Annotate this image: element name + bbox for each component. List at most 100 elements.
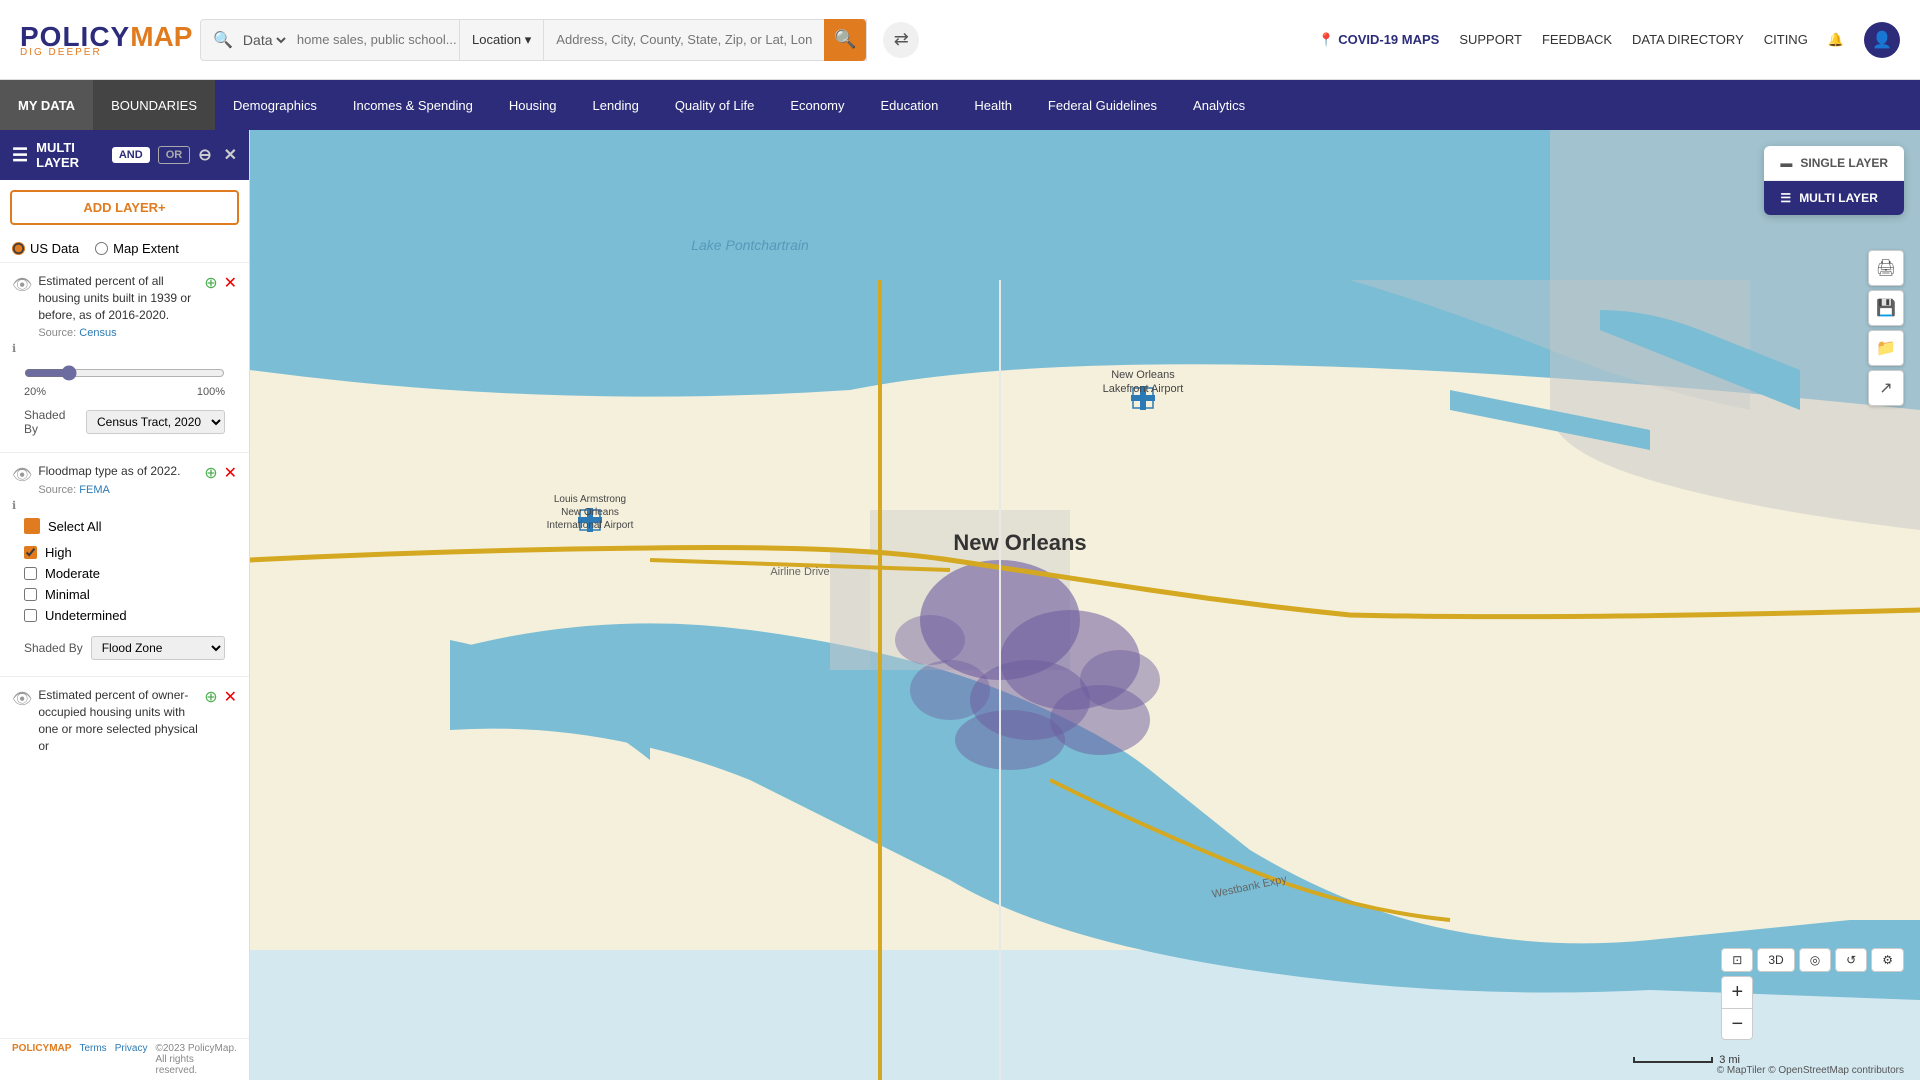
minimize-icon[interactable]: ⊖ (198, 145, 211, 165)
layer-1-source-link[interactable]: Census (79, 327, 116, 339)
feedback-link[interactable]: FEEDBACK (1542, 32, 1612, 47)
map-extent-radio[interactable] (95, 242, 108, 255)
layer-2-remove-icon[interactable]: ✕ (224, 463, 237, 483)
location-bar: Location ▾ 🔍 (460, 19, 867, 61)
high-checkbox[interactable] (24, 546, 37, 559)
search-input[interactable] (297, 32, 457, 47)
download-button[interactable]: 💾 (1868, 290, 1904, 326)
footer-brand: POLICYMAP (12, 1043, 71, 1076)
minimal-checkbox-label[interactable]: Minimal (24, 584, 225, 605)
layer-2-section: 👁 Floodmap type as of 2022. Source: FEMA… (0, 452, 249, 676)
layer-switcher: ▬ SINGLE LAYER ☰ MULTI LAYER (1764, 146, 1904, 215)
share-tool-icon[interactable]: ⇄ (883, 22, 919, 58)
svg-text:New Orleans: New Orleans (953, 530, 1086, 555)
user-avatar[interactable]: 👤 (1864, 22, 1900, 58)
support-link[interactable]: SUPPORT (1459, 32, 1522, 47)
header: POLICYMAP DIG DEEPER 🔍 Data Location ▾ 🔍… (0, 0, 1920, 80)
search-bar: 🔍 Data (200, 19, 460, 61)
svg-text:Airline Drive: Airline Drive (770, 566, 829, 578)
nav-economy[interactable]: Economy (772, 80, 862, 130)
nav-housing[interactable]: Housing (491, 80, 575, 130)
layer-1-info-icon[interactable]: ℹ (12, 343, 16, 355)
layer-2-visibility-icon[interactable]: 👁 (12, 465, 32, 485)
sidebar-scroll[interactable]: ADD LAYER+ US Data Map Extent 👁 Estimate… (0, 180, 249, 1080)
nav-boundaries[interactable]: BOUNDARIES (93, 80, 215, 130)
zoom-out-button[interactable]: − (1721, 1008, 1753, 1040)
nav-lending[interactable]: Lending (575, 80, 657, 130)
nav-quality-of-life[interactable]: Quality of Life (657, 80, 773, 130)
layer-1-add-icon[interactable]: ⊕ (204, 273, 217, 293)
select-all-label[interactable]: Select All (48, 519, 101, 534)
select-tool-button[interactable]: ⊡ (1721, 948, 1753, 972)
nav-education[interactable]: Education (863, 80, 957, 130)
map-tools-button[interactable]: 📁 (1868, 330, 1904, 366)
undetermined-checkbox-label[interactable]: Undetermined (24, 605, 225, 626)
location-input[interactable] (544, 20, 824, 60)
refresh-button[interactable]: ↺ (1835, 948, 1867, 972)
map-canvas: New Orleans New Orleans Lakefront Airpor… (250, 130, 1920, 1080)
moderate-checkbox[interactable] (24, 567, 37, 580)
layer-3-visibility-icon[interactable]: 👁 (12, 689, 32, 709)
sidebar: ☰ MULTI LAYER AND OR ⊖ ✕ ADD LAYER+ US D… (0, 130, 250, 1080)
layer-1-range-min[interactable] (24, 365, 225, 381)
3d-button[interactable]: 3D (1757, 948, 1794, 972)
high-checkbox-label[interactable]: High (24, 542, 225, 563)
close-icon[interactable]: ✕ (224, 145, 237, 165)
us-data-radio-label[interactable]: US Data (12, 241, 79, 256)
location-button-map[interactable]: ◎ (1799, 948, 1831, 972)
print-button[interactable]: 🖨 (1868, 250, 1904, 286)
map-bottom-row: ⊡ 3D ◎ ↺ ⚙ (1721, 948, 1904, 972)
layer-2-controls: 👁 Floodmap type as of 2022. Source: FEMA… (12, 463, 237, 496)
footer-privacy-link[interactable]: Privacy (115, 1043, 148, 1076)
layer-1-section: 👁 Estimated percent of all housing units… (0, 262, 249, 452)
layer-1-visibility-icon[interactable]: 👁 (12, 275, 32, 295)
share-map-button[interactable]: ↗ (1868, 370, 1904, 406)
nav-federal-guidelines[interactable]: Federal Guidelines (1030, 80, 1175, 130)
layer-1-shaded-by-select[interactable]: Census Tract, 2020 (86, 410, 225, 434)
navbar: MY DATA BOUNDARIES Demographics Incomes … (0, 80, 1920, 130)
us-data-radio[interactable] (12, 242, 25, 255)
main-content: ☰ MULTI LAYER AND OR ⊖ ✕ ADD LAYER+ US D… (0, 130, 1920, 1080)
and-button[interactable]: AND (112, 147, 150, 163)
search-submit-button[interactable]: 🔍 (824, 19, 866, 61)
zoom-in-button[interactable]: + (1721, 976, 1753, 1008)
svg-text:Lakefront Airport: Lakefront Airport (1103, 383, 1184, 395)
nav-demographics[interactable]: Demographics (215, 80, 335, 130)
layer-1-remove-icon[interactable]: ✕ (224, 273, 237, 293)
layer-1-controls: 👁 Estimated percent of all housing units… (12, 273, 237, 339)
data-type-select[interactable]: Data (239, 31, 289, 49)
data-scope-radio-group: US Data Map Extent (0, 235, 249, 262)
layer-3-remove-icon[interactable]: ✕ (224, 687, 237, 707)
multi-layer-mode[interactable]: ☰ MULTI LAYER (1764, 181, 1904, 215)
select-all-row: Select All (12, 514, 237, 538)
select-all-box-icon[interactable] (24, 518, 40, 534)
moderate-checkbox-label[interactable]: Moderate (24, 563, 225, 584)
footer-terms-link[interactable]: Terms (79, 1043, 106, 1076)
single-layer-mode[interactable]: ▬ SINGLE LAYER (1764, 146, 1904, 181)
location-button[interactable]: Location ▾ (460, 20, 544, 60)
header-tools: ⇄ (883, 22, 919, 58)
layer-2-add-icon[interactable]: ⊕ (204, 463, 217, 483)
minimal-checkbox[interactable] (24, 588, 37, 601)
nav-incomes-spending[interactable]: Incomes & Spending (335, 80, 491, 130)
covid-maps-link[interactable]: 📍 COVID-19 MAPS (1318, 32, 1439, 48)
or-button[interactable]: OR (158, 146, 191, 164)
layer-3-title: Estimated percent of owner-occupied hous… (38, 687, 198, 754)
undetermined-checkbox[interactable] (24, 609, 37, 622)
layer-2-source-link[interactable]: FEMA (79, 484, 110, 496)
citing-link[interactable]: CITING (1764, 32, 1808, 47)
add-layer-button[interactable]: ADD LAYER+ (10, 190, 239, 225)
layer-1-source: Source: Census (38, 327, 198, 339)
data-directory-link[interactable]: DATA DIRECTORY (1632, 32, 1744, 47)
map-extent-radio-label[interactable]: Map Extent (95, 241, 179, 256)
settings-button[interactable]: ⚙ (1871, 948, 1904, 972)
nav-health[interactable]: Health (956, 80, 1030, 130)
layer-2-info-icon[interactable]: ℹ (12, 500, 16, 512)
layer-2-shaded-by-select[interactable]: Flood Zone (91, 636, 225, 660)
layer-3-add-icon[interactable]: ⊕ (204, 687, 217, 707)
notifications-icon[interactable]: 🔔 (1828, 32, 1844, 48)
nav-analytics[interactable]: Analytics (1175, 80, 1263, 130)
nav-my-data[interactable]: MY DATA (0, 80, 93, 130)
map-area[interactable]: New Orleans New Orleans Lakefront Airpor… (250, 130, 1920, 1080)
layer-1-shaded-by: Shaded By Census Tract, 2020 (12, 402, 237, 442)
